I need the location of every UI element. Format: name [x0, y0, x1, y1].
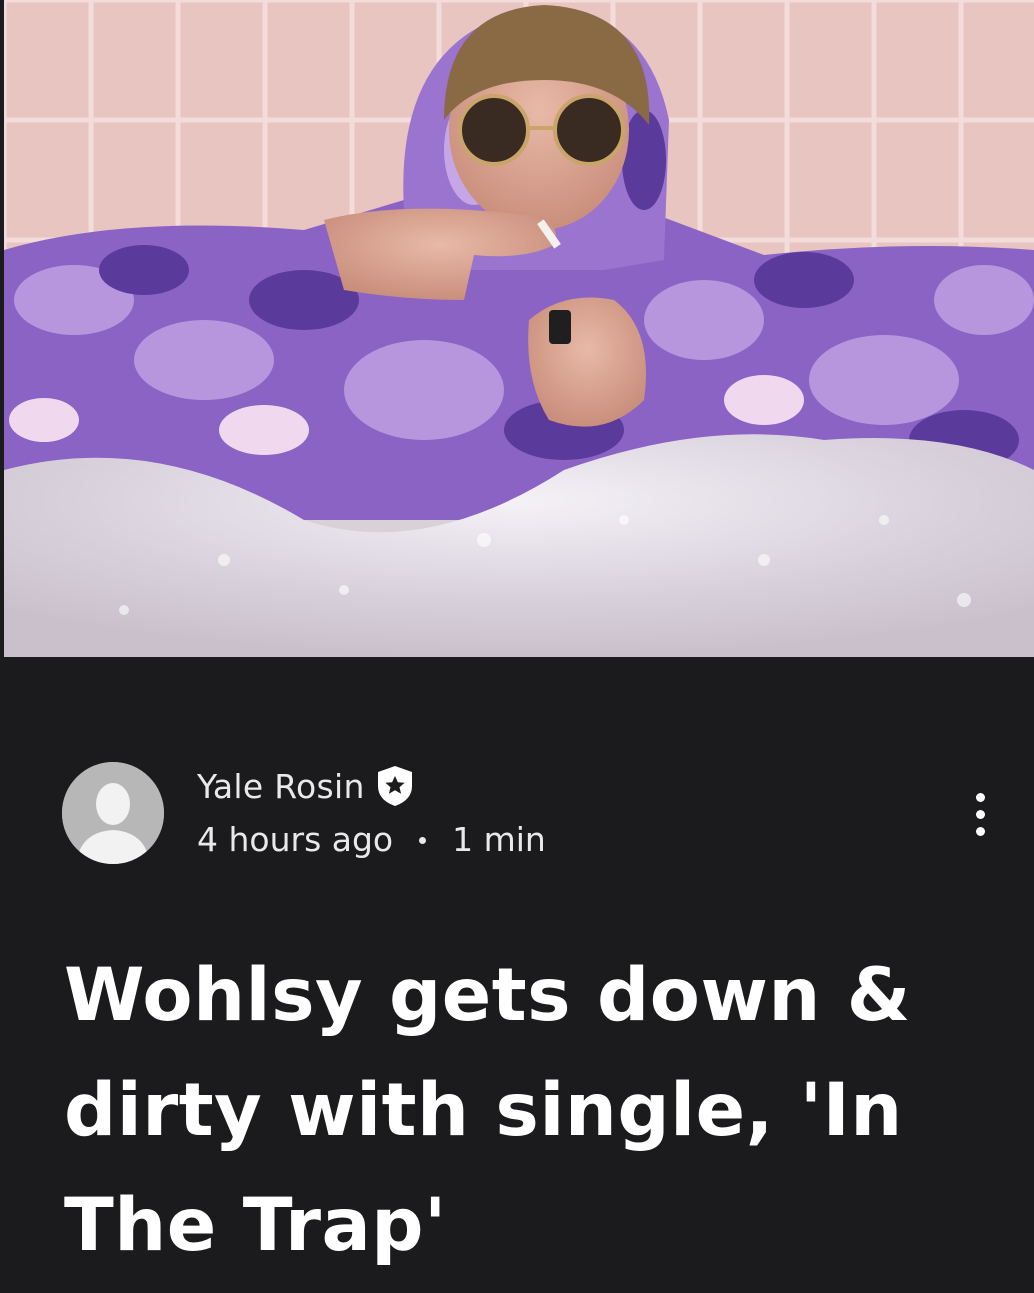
hero-image[interactable]: [4, 0, 1034, 657]
author-name[interactable]: Yale Rosin: [197, 767, 365, 806]
more-vertical-icon-dot: [975, 826, 985, 836]
article-title[interactable]: Wohlsy gets down & dirty with single, 'I…: [64, 938, 994, 1283]
post-page: Yale Rosin 4 hours ago 1 min Wohlsy gets…: [0, 0, 1034, 1293]
post-meta: 4 hours ago 1 min: [197, 820, 546, 859]
more-options-button[interactable]: [958, 784, 1002, 844]
post-time: 4 hours ago: [197, 820, 394, 859]
meta-separator: [419, 837, 427, 844]
more-vertical-icon-dot: [975, 809, 985, 819]
avatar[interactable]: [62, 762, 164, 864]
more-vertical-icon-dot: [975, 792, 985, 802]
default-user-avatar-icon: [62, 762, 164, 864]
admin-star-shield-icon: [375, 764, 415, 808]
author-name-group: Yale Rosin: [197, 764, 415, 808]
read-time: 1 min: [452, 820, 546, 859]
author-row: Yale Rosin 4 hours ago 1 min: [0, 760, 1034, 870]
hero-photo: [4, 0, 1034, 657]
